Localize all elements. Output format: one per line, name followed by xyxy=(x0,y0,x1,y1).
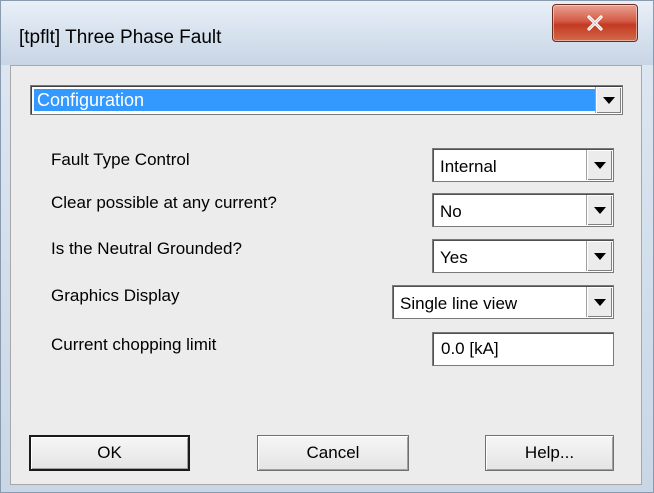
param-label-clear-possible: Clear possible at any current? xyxy=(51,193,277,212)
neutral-grounded-value: Yes xyxy=(440,248,468,267)
param-label-chopping-limit: Current chopping limit xyxy=(51,335,217,354)
category-dropdown-button[interactable] xyxy=(595,87,621,113)
clear-possible-dropdown-button[interactable] xyxy=(586,195,612,225)
title-bar[interactable]: [tpflt] Three Phase Fault xyxy=(1,1,653,65)
neutral-grounded-dropdown-button[interactable] xyxy=(586,241,612,271)
clear-possible-dropdown[interactable]: No xyxy=(432,193,614,227)
neutral-grounded-dropdown[interactable]: Yes xyxy=(432,239,614,273)
window-title: [tpflt] Three Phase Fault xyxy=(19,27,222,48)
fault-type-value: Internal xyxy=(440,157,497,176)
dialog-body: Configuration Fault Type Control Interna… xyxy=(10,65,642,485)
clear-possible-value: No xyxy=(440,202,462,221)
chevron-down-icon xyxy=(593,206,606,214)
dialog-window: [tpflt] Three Phase Fault Configuration … xyxy=(0,0,654,493)
param-label-graphics-display: Graphics Display xyxy=(51,286,180,305)
graphics-display-dropdown[interactable]: Single line view xyxy=(392,285,614,319)
param-label-fault-type: Fault Type Control xyxy=(51,150,190,169)
cancel-button[interactable]: Cancel xyxy=(257,435,409,471)
category-selected-value: Configuration xyxy=(34,89,595,111)
fault-type-dropdown[interactable]: Internal xyxy=(432,148,614,182)
chopping-limit-input[interactable] xyxy=(432,332,614,366)
fault-type-dropdown-button[interactable] xyxy=(586,150,612,180)
ok-button[interactable]: OK xyxy=(29,435,190,471)
graphics-display-value: Single line view xyxy=(400,294,518,313)
chevron-down-icon xyxy=(602,96,615,104)
chevron-down-icon xyxy=(593,161,606,169)
close-button[interactable] xyxy=(552,4,638,42)
chevron-down-icon xyxy=(593,252,606,260)
param-label-neutral-grounded: Is the Neutral Grounded? xyxy=(51,239,242,258)
help-button[interactable]: Help... xyxy=(485,435,614,471)
close-icon xyxy=(587,15,603,31)
chevron-down-icon xyxy=(593,298,606,306)
graphics-display-dropdown-button[interactable] xyxy=(586,287,612,317)
category-dropdown[interactable]: Configuration xyxy=(30,85,623,115)
